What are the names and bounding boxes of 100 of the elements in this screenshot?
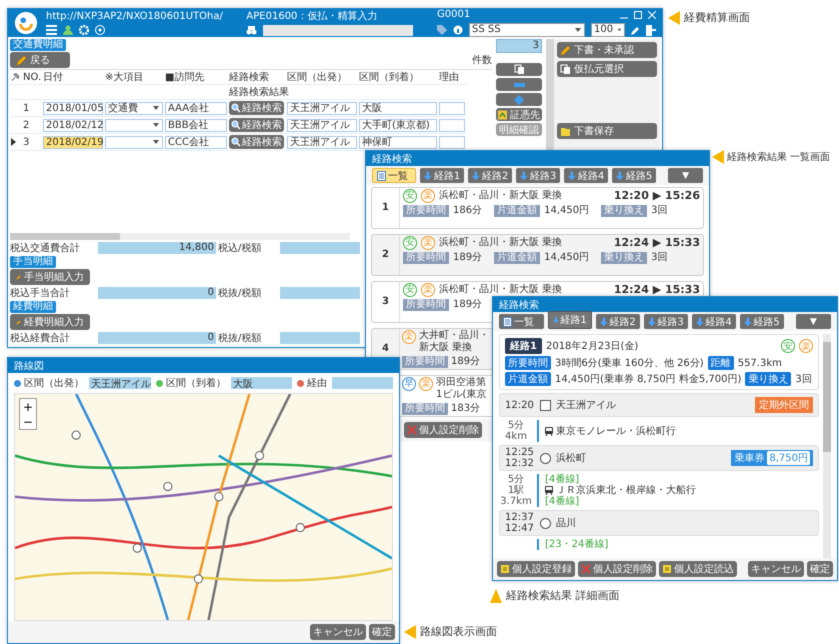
visit-field[interactable]: AAA会社 — [165, 102, 227, 114]
train-line: 東京モノレール・浜松町行 — [556, 426, 676, 436]
route-tab[interactable]: 経路5 — [740, 314, 784, 329]
down-arrow-icon — [696, 316, 704, 326]
departure-field[interactable]: 天王洲アイル — [287, 118, 357, 132]
settings-button[interactable]: 個人設定登録 — [497, 561, 575, 577]
visit-field[interactable]: CCC会社 — [165, 136, 227, 148]
column-header: ※大項目 — [104, 70, 164, 85]
entry-button[interactable]: 経費明細入力 — [10, 314, 90, 330]
section-button[interactable]: 定期外区間 — [755, 397, 813, 413]
pointer-icon — [404, 624, 416, 638]
info-icon[interactable] — [453, 25, 463, 35]
reason-field[interactable] — [439, 136, 465, 148]
route-tab[interactable]: 経路1 — [420, 168, 464, 183]
field-value — [332, 377, 393, 389]
arrival-field[interactable]: 大阪 — [359, 102, 437, 114]
caret-icon — [574, 26, 582, 34]
settings-icon[interactable] — [79, 25, 89, 35]
route-tab[interactable]: 一覧 — [499, 314, 544, 329]
user-select[interactable]: SS SS — [469, 23, 585, 37]
route-time: 12:24 ▶ 15:33 — [614, 237, 700, 249]
window-title: 経路検索 — [366, 151, 709, 166]
route-summary: 浜松町・品川・新大阪 乗換 — [439, 237, 562, 249]
platform-label: [4番線] — [545, 496, 580, 507]
departure-field[interactable]: 天王洲アイル — [287, 102, 357, 114]
fare-tag: 乗車券 8,750円 — [731, 450, 813, 466]
user-code: G0001 — [437, 9, 470, 21]
stop-time: 12:37 — [505, 512, 535, 523]
route-tab[interactable]: 経路3 — [644, 314, 688, 329]
route-search-button[interactable]: 経路検索 — [229, 135, 284, 149]
route-card[interactable]: 1 安 楽 浜松町・品川・新大阪 乗換 12:20 ▶ 15:26 所要時間 186分 片道金額 14,450円 乗り換え 3回 — [371, 187, 704, 229]
route-time: 12:24 ▶ 15:33 — [614, 284, 700, 296]
back-button[interactable]: 戻る — [10, 52, 70, 68]
route-tab[interactable]: 経路2 — [468, 168, 512, 183]
settings-button[interactable]: 個人設定削除 — [578, 561, 656, 577]
tag-icon[interactable] — [437, 25, 447, 35]
route-tab[interactable]: 一覧 — [372, 168, 416, 183]
person-icon[interactable] — [63, 25, 73, 35]
arrival-field[interactable]: 大手町(東京都) — [359, 118, 437, 132]
route-number: 1 — [382, 202, 389, 214]
note-icon — [662, 564, 672, 574]
action-button[interactable]: 証憑先 — [496, 108, 542, 121]
confirm-button[interactable]: 確定 — [807, 561, 833, 577]
info-value: 189分 — [453, 252, 482, 264]
side-button[interactable]: 下書保存 — [557, 123, 657, 139]
settings-button[interactable]: 個人設定読込 — [659, 561, 737, 577]
cancel-button[interactable]: キャンセル — [748, 561, 804, 577]
zoom-select[interactable]: 100 — [591, 23, 625, 37]
maximize-icon[interactable] — [634, 11, 642, 19]
search-field[interactable] — [263, 24, 414, 36]
menu-icon[interactable] — [46, 25, 57, 35]
app-logo-icon — [14, 11, 38, 35]
segment-stat: 3.7km — [500, 496, 532, 507]
exit-icon[interactable] — [646, 24, 656, 36]
settings-button[interactable]: 個人設定削除 — [404, 422, 482, 438]
down-arrow-icon — [600, 316, 608, 326]
cancel-button[interactable]: キャンセル — [310, 624, 366, 640]
route-card[interactable]: 2 安 楽 浜松町・品川・新大阪 乗換 12:24 ▶ 15:33 所要時間 189分 片道金額 14,450円 乗り換え 3回 — [371, 234, 704, 276]
date-field[interactable]: 2018/02/19 — [43, 136, 103, 148]
route-badge: 早 — [402, 377, 416, 391]
more-button[interactable]: ▼ — [796, 314, 831, 329]
route-search-button[interactable]: 経路検索 — [229, 101, 284, 115]
reason-field[interactable] — [439, 118, 465, 132]
caret-icon — [152, 121, 160, 129]
close-icon — [581, 564, 591, 574]
date-field[interactable]: 2018/02/12 — [43, 118, 103, 132]
more-button[interactable]: ▼ — [668, 168, 703, 183]
note-icon — [500, 564, 510, 574]
route-tab[interactable]: 経路4 — [564, 168, 608, 183]
side-button[interactable]: 仮払元選択 — [557, 61, 657, 77]
route-map-drawing[interactable] — [15, 394, 392, 620]
count-label: 件数 — [472, 54, 492, 67]
route-search-button[interactable]: 経路検索 — [229, 118, 284, 132]
row-number: 3 — [22, 134, 42, 151]
side-button[interactable]: 下書・未承認 — [557, 42, 657, 58]
route-tab[interactable]: 経路4 — [692, 314, 736, 329]
route-tab[interactable]: 経路2 — [596, 314, 640, 329]
reason-field[interactable] — [439, 102, 465, 114]
section-label: 交通費明細 — [10, 39, 66, 51]
column-header: ■訪問先 — [164, 70, 228, 85]
visit-field[interactable]: BBB会社 — [165, 118, 227, 132]
route-tab[interactable]: 経路1 — [548, 310, 592, 328]
icon-button[interactable] — [496, 63, 542, 76]
folder-icon — [560, 126, 571, 136]
route-tab[interactable]: 経路5 — [612, 168, 656, 183]
route-badge: 安 — [781, 339, 795, 353]
vertical-scrollbar[interactable] — [823, 334, 831, 558]
route-tab[interactable]: 経路3 — [516, 168, 560, 183]
total-label: 税込経費合計 — [10, 332, 71, 345]
close-icon[interactable] — [648, 11, 656, 19]
screen-caption: 経路検索結果 詳細画面 — [506, 588, 620, 603]
horizontal-scrollbar[interactable] — [10, 233, 350, 240]
departure-field[interactable]: 天王洲アイル — [287, 136, 357, 148]
arrival-field[interactable]: 神保町 — [359, 136, 437, 148]
date-field[interactable]: 2018/01/05 — [43, 102, 103, 114]
total-label: 税込手当合計 — [10, 286, 71, 300]
entry-button[interactable]: 手当明細入力 — [10, 269, 90, 285]
pencil-icon[interactable] — [631, 26, 640, 34]
category-select[interactable]: 交通費 — [105, 102, 163, 114]
confirm-button[interactable]: 確定 — [369, 624, 395, 640]
